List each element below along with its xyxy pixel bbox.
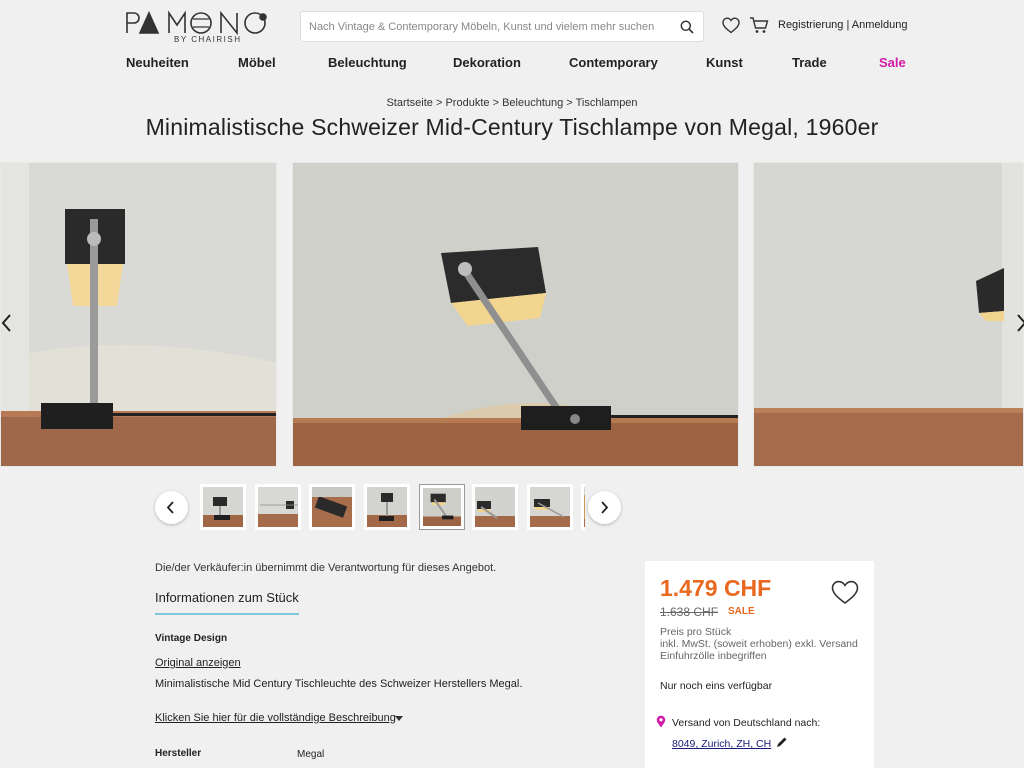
shipping-label: Versand von Deutschland nach: <box>672 717 821 729</box>
auth-separator: | <box>846 19 850 31</box>
vat-note: inkl. MwSt. (soweit erhoben) exkl. Versa… <box>660 638 858 650</box>
original-price: 1.638 CHF <box>660 605 719 619</box>
spec-manufacturer-label: Hersteller <box>155 748 202 759</box>
breadcrumb-separator: > <box>492 97 499 109</box>
thumbnail[interactable] <box>255 484 301 530</box>
breadcrumb-separator: > <box>566 97 573 109</box>
wishlist-heart-icon[interactable] <box>722 17 740 34</box>
thumbs-prev-button[interactable] <box>155 491 188 524</box>
breadcrumb-startseite[interactable]: Startseite <box>386 97 432 109</box>
sale-badge: SALE <box>728 606 755 617</box>
cart-icon[interactable] <box>749 16 769 34</box>
image-gallery <box>0 160 1024 470</box>
gallery-photo-prev[interactable] <box>0 162 277 467</box>
pencil-edit-icon[interactable] <box>776 736 788 748</box>
location-pin-icon <box>656 715 666 728</box>
thumbnail-strip <box>200 484 585 530</box>
breadcrumb-produkte[interactable]: Produkte <box>445 97 489 109</box>
nav-kunst[interactable]: Kunst <box>706 55 743 70</box>
gallery-prev-arrow-icon[interactable] <box>0 313 14 333</box>
vintage-design-label: Vintage Design <box>155 633 228 644</box>
thumbnail[interactable] <box>364 484 410 530</box>
gallery-photo-next[interactable] <box>753 162 1024 467</box>
nav-trade[interactable]: Trade <box>792 55 827 70</box>
caret-down-icon[interactable] <box>395 716 403 721</box>
nav-contemporary[interactable]: Contemporary <box>569 55 658 70</box>
favorite-heart-icon[interactable] <box>831 580 859 605</box>
nav-neuheiten[interactable]: Neuheiten <box>126 55 189 70</box>
duties-note: Einfuhrzölle inbegriffen <box>660 650 767 662</box>
nav-sale[interactable]: Sale <box>879 55 906 70</box>
thumbnail[interactable] <box>472 484 518 530</box>
price-per-piece: Preis pro Stück <box>660 626 732 638</box>
current-price: 1.479 CHF <box>660 575 772 601</box>
seller-responsibility-note: Die/der Verkäufer:in übernimmt die Veran… <box>155 562 497 574</box>
breadcrumb-tischlampen[interactable]: Tischlampen <box>576 97 638 109</box>
gallery-photo-main[interactable] <box>292 162 739 467</box>
nav-moebel[interactable]: Möbel <box>238 55 276 70</box>
nav-dekoration[interactable]: Dekoration <box>453 55 521 70</box>
price-notes: Preis pro Stück inkl. MwSt. (soweit erho… <box>660 626 858 662</box>
show-original-link[interactable]: Original anzeigen <box>155 657 241 669</box>
login-link[interactable]: Anmeldung <box>852 19 908 31</box>
chevron-right-icon <box>601 501 609 514</box>
thumbnail[interactable] <box>309 484 355 530</box>
search-icon[interactable] <box>680 20 694 34</box>
shipping-destination-link[interactable]: 8049, Zurich, ZH, CH <box>672 738 771 750</box>
thumbs-next-button[interactable] <box>588 491 621 524</box>
logo-tagline: BY CHAIRISH <box>174 35 242 44</box>
thumbnail[interactable] <box>581 484 585 530</box>
thumbnail-active[interactable] <box>419 484 465 530</box>
full-description-link[interactable]: Klicken Sie hier für die vollständige Be… <box>155 712 396 724</box>
price-card: 1.479 CHF 1.638 CHF SALE Preis pro Stück… <box>645 561 874 768</box>
spec-manufacturer-value: Megal <box>297 749 325 760</box>
gallery-next-arrow-icon[interactable] <box>1014 313 1024 333</box>
chevron-left-icon <box>166 501 174 514</box>
breadcrumb-separator: > <box>435 97 443 109</box>
search-bar[interactable] <box>300 11 704 42</box>
register-link[interactable]: Registrierung <box>778 19 843 31</box>
description-fade <box>155 687 615 697</box>
breadcrumb: Startseite > Produkte > Beleuchtung > Ti… <box>0 97 1024 109</box>
breadcrumb-beleuchtung[interactable]: Beleuchtung <box>502 97 563 109</box>
stock-status: Nur noch eins verfügbar <box>660 680 773 692</box>
page-title: Minimalistische Schweizer Mid-Century Ti… <box>145 114 879 140</box>
tab-item-information[interactable]: Informationen zum Stück <box>155 590 299 615</box>
thumbnail[interactable] <box>200 484 246 530</box>
auth-links: Registrierung | Anmeldung <box>778 19 907 31</box>
thumbnail[interactable] <box>527 484 573 530</box>
main-nav: Neuheiten Möbel Beleuchtung Dekoration C… <box>126 55 906 71</box>
search-input[interactable] <box>301 12 661 41</box>
nav-beleuchtung[interactable]: Beleuchtung <box>328 55 407 70</box>
